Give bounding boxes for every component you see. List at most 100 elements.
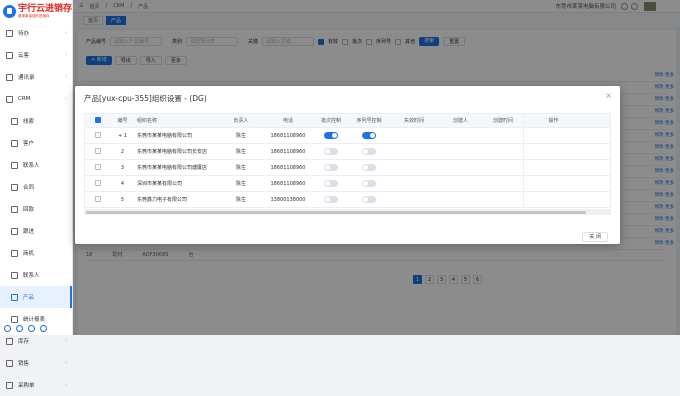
row-checkbox[interactable] — [94, 196, 101, 203]
sidebar-item[interactable]: 销售 › — [0, 352, 72, 374]
contacts-icon — [6, 73, 13, 81]
owner: 陈生 — [235, 149, 246, 155]
batch-toggle[interactable] — [324, 132, 338, 139]
batch-toggle[interactable] — [324, 148, 338, 155]
sidebar-nav: 待办 › 云客 › 通讯录 › CRM › 线索 客户 联系人 合同 回款 跟进 商机 联系人 产品 统计报表 库存… — [0, 22, 72, 396]
header-batch: 批次控制 — [320, 118, 341, 124]
org-row[interactable]: 4 深圳市某某有限公司 陈生 18681108960 — [85, 176, 610, 192]
serial-toggle[interactable] — [362, 148, 376, 155]
close-button[interactable]: 关 闭 — [582, 232, 608, 242]
sidebar-item-label: 线索 — [23, 119, 35, 125]
owner: 陈生 — [235, 181, 246, 187]
owner: 陈生 — [235, 197, 246, 203]
select-all-checkbox[interactable] — [94, 117, 101, 124]
home-circle-icon[interactable] — [4, 325, 11, 332]
chevron-icon: › — [65, 338, 67, 344]
batch-toggle[interactable] — [324, 164, 338, 171]
serial-toggle[interactable] — [362, 180, 376, 187]
sidebar-item[interactable]: CRM › — [0, 88, 72, 110]
serial-toggle[interactable] — [362, 196, 376, 203]
serial-toggle[interactable] — [362, 164, 376, 171]
settings-circle-icon[interactable] — [28, 325, 35, 332]
cloud-circle-icon[interactable] — [16, 325, 23, 332]
phone: 18681108960 — [270, 164, 306, 171]
modal-title: 产品[yux-cpu-355]组织设置 - (DG) — [84, 94, 207, 103]
chevron-icon: › — [65, 360, 67, 366]
header-phone: 电话 — [282, 118, 293, 124]
payment-icon — [11, 205, 18, 213]
row-action[interactable] — [523, 160, 583, 175]
sidebar-item-label: 通讯录 — [18, 75, 35, 81]
header-serial: 序列号控制 — [356, 118, 382, 124]
sidebar-item-label: 统计报表 — [23, 317, 46, 323]
sidebar-item-label: CRM — [18, 96, 31, 102]
phone: 18681108960 — [270, 132, 306, 139]
chevron-icon: › — [65, 382, 67, 388]
sidebar-item[interactable]: 通讯录 › — [0, 66, 72, 88]
header-action: 操作 — [523, 114, 583, 127]
org-row[interactable]: 3 东莞市某某电脑有限公司塘厦店 陈生 18681108960 — [85, 160, 610, 176]
horizontal-scrollbar[interactable] — [84, 210, 611, 215]
sidebar-item[interactable]: 库存 › — [0, 330, 72, 352]
row-checkbox[interactable] — [94, 132, 101, 139]
sidebar-item-label: 客户 — [23, 141, 35, 147]
owner: 陈生 — [235, 165, 246, 171]
followup-icon — [11, 227, 18, 235]
sidebar-item[interactable]: 商机 — [0, 242, 72, 264]
serial-toggle[interactable] — [362, 132, 376, 139]
phone: 13800138000 — [270, 196, 306, 203]
cloud-icon — [6, 51, 13, 59]
customer-icon — [11, 139, 18, 147]
row-number: 1 — [123, 132, 127, 139]
lead-icon — [11, 117, 18, 125]
row-checkbox[interactable] — [94, 180, 101, 187]
sidebar-item-label: 联系人 — [23, 273, 40, 279]
expand-icon[interactable]: + — [118, 133, 122, 139]
sidebar-item[interactable]: 联系人 — [0, 154, 72, 176]
app-logo: 宇行云进销存 更简单省钱的进销存 — [0, 0, 72, 22]
sidebar-item[interactable]: 跟进 — [0, 220, 72, 242]
sales-icon — [6, 359, 13, 367]
sidebar-item[interactable]: 云客 › — [0, 44, 72, 66]
close-icon[interactable]: × — [605, 91, 612, 100]
row-checkbox[interactable] — [94, 148, 101, 155]
org-name: 东莞市某某电脑有限公司长安店 — [137, 149, 208, 155]
chevron-icon: › — [65, 74, 67, 80]
batch-toggle[interactable] — [324, 196, 338, 203]
logo-icon — [3, 4, 16, 18]
org-name: 东莞市某某电脑有限公司 — [137, 133, 193, 139]
sidebar-item[interactable]: 产品 — [0, 286, 72, 308]
chevron-icon: › — [65, 30, 67, 36]
sidebar-item[interactable]: 待办 › — [0, 22, 72, 44]
sidebar-item[interactable]: 联系人 — [0, 264, 72, 286]
sidebar-item[interactable]: 线索 — [0, 110, 72, 132]
menu-circle-icon[interactable] — [40, 325, 47, 332]
sidebar-item-label: 商机 — [23, 251, 35, 257]
sidebar-item-label: 采购单 — [18, 383, 35, 389]
sidebar-item[interactable]: 采购单 › — [0, 374, 72, 396]
sidebar-item[interactable]: 合同 — [0, 176, 72, 198]
org-row[interactable]: 2 东莞市某某电脑有限公司长安店 陈生 18681108960 — [85, 144, 610, 160]
owner: 陈生 — [235, 133, 246, 139]
row-action[interactable] — [523, 144, 583, 159]
header-no: 编号 — [117, 118, 128, 124]
product-icon — [11, 293, 18, 301]
home-icon — [6, 29, 13, 37]
sidebar-item[interactable]: 客户 — [0, 132, 72, 154]
sidebar-item-label: 合同 — [23, 185, 35, 191]
sidebar-item-label: 销售 — [18, 361, 30, 367]
batch-toggle[interactable] — [324, 180, 338, 187]
contact-icon — [11, 161, 18, 169]
row-action[interactable] — [523, 128, 583, 143]
logo-title: 宇行云进销存 — [17, 4, 72, 14]
org-row[interactable]: 5 东莞鑫力电子有限公司 陈生 13800138000 — [85, 192, 610, 208]
org-table: 编号 组织名称 负责人 电话 批次控制 序列号控制 失效时间 创建人 创建时间 … — [84, 113, 611, 210]
row-checkbox[interactable] — [94, 164, 101, 171]
row-action[interactable] — [523, 192, 583, 207]
sidebar-item[interactable]: 回款 — [0, 198, 72, 220]
org-row[interactable]: + 1 东莞市某某电脑有限公司 陈生 18681108960 — [85, 128, 610, 144]
scrollbar-thumb[interactable] — [86, 211, 586, 214]
row-action[interactable] — [523, 176, 583, 191]
inventory-icon — [6, 337, 13, 345]
logo-subtitle: 更简单省钱的进销存 — [17, 14, 50, 18]
